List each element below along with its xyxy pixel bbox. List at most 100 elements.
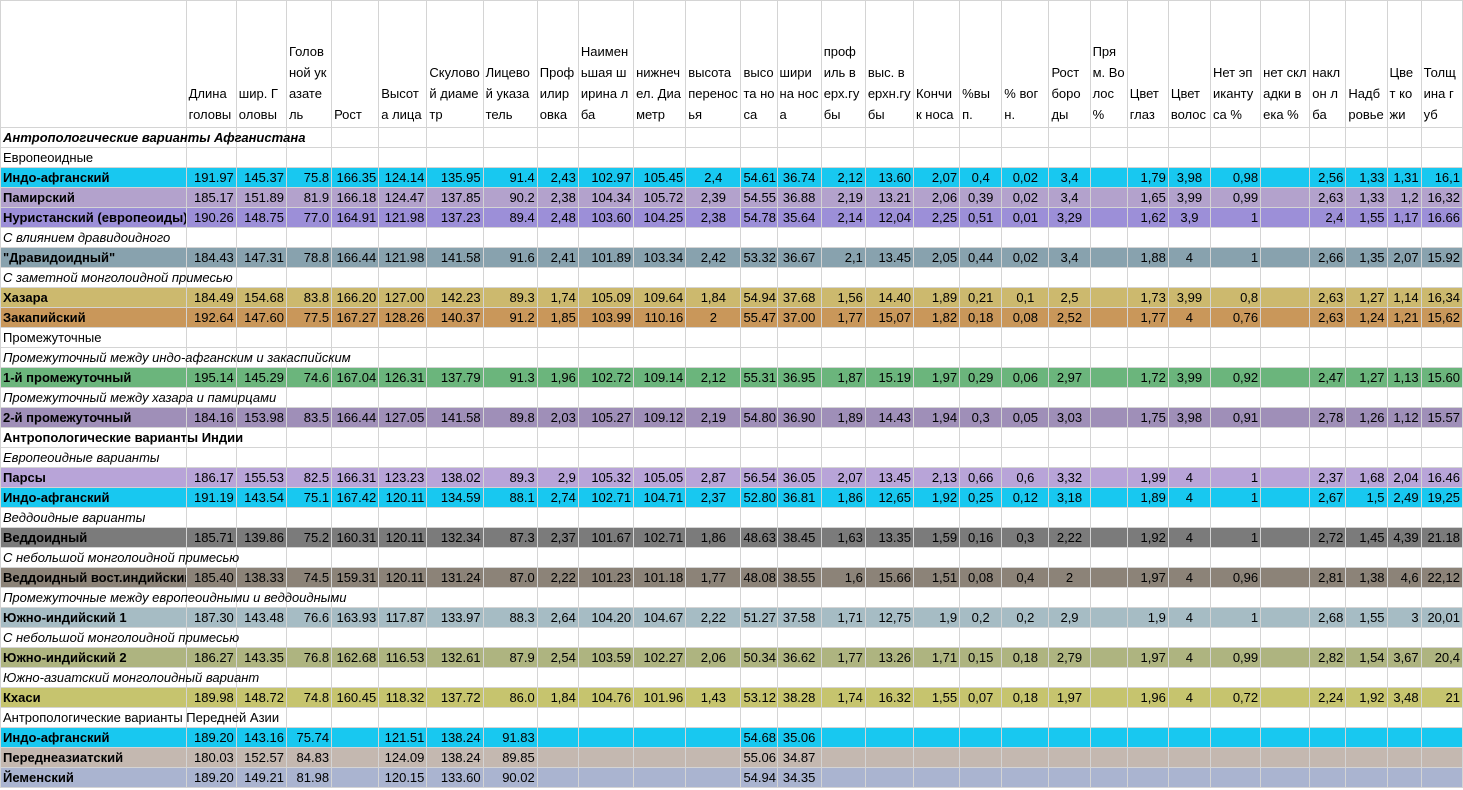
empty-cell[interactable] xyxy=(685,447,742,468)
data-cell[interactable]: 101.96 xyxy=(633,687,687,708)
data-cell[interactable] xyxy=(536,747,579,768)
empty-cell[interactable] xyxy=(426,707,484,728)
data-cell[interactable]: 184.43 xyxy=(185,247,237,268)
data-cell[interactable]: 2,5 xyxy=(1048,287,1091,308)
data-cell[interactable]: 1,9 xyxy=(912,607,961,628)
data-cell[interactable]: 0,92 xyxy=(1209,367,1262,388)
empty-cell[interactable] xyxy=(285,147,333,168)
empty-cell[interactable] xyxy=(1345,127,1388,148)
empty-cell[interactable] xyxy=(1126,587,1169,608)
data-cell[interactable] xyxy=(1260,207,1311,228)
data-cell[interactable]: 1,2 xyxy=(1386,187,1422,208)
empty-cell[interactable] xyxy=(378,627,428,648)
data-cell[interactable]: 102.72 xyxy=(577,367,635,388)
empty-cell[interactable] xyxy=(482,147,538,168)
empty-cell[interactable] xyxy=(285,427,333,448)
data-cell[interactable]: 3,98 xyxy=(1167,167,1211,188)
data-cell[interactable]: 189.98 xyxy=(185,687,237,708)
data-cell[interactable]: 82.5 xyxy=(285,467,333,488)
data-cell[interactable]: 87.3 xyxy=(482,527,538,548)
empty-cell[interactable] xyxy=(959,267,1003,288)
data-cell[interactable] xyxy=(1260,167,1311,188)
data-cell[interactable]: 54.94 xyxy=(740,287,778,308)
data-cell[interactable]: 1,54 xyxy=(1345,647,1388,668)
data-cell[interactable] xyxy=(1089,567,1128,588)
data-cell[interactable]: 83.8 xyxy=(285,287,333,308)
data-cell[interactable]: 89.85 xyxy=(482,747,538,768)
empty-cell[interactable] xyxy=(864,707,914,728)
data-cell[interactable]: 1,84 xyxy=(685,287,742,308)
data-cell[interactable]: 1,71 xyxy=(912,647,961,668)
empty-cell[interactable] xyxy=(1309,327,1347,348)
data-cell[interactable] xyxy=(959,767,1003,788)
data-cell[interactable]: 1 xyxy=(1209,487,1262,508)
data-cell[interactable]: 54.68 xyxy=(740,727,778,748)
data-cell[interactable]: 103.59 xyxy=(577,647,635,668)
empty-cell[interactable] xyxy=(776,347,822,368)
data-cell[interactable]: 3,18 xyxy=(1048,487,1091,508)
empty-cell[interactable] xyxy=(482,507,538,528)
empty-cell[interactable] xyxy=(426,587,484,608)
empty-cell[interactable] xyxy=(740,507,778,528)
empty-cell[interactable] xyxy=(426,147,484,168)
data-cell[interactable]: 143.48 xyxy=(235,607,287,628)
data-cell[interactable] xyxy=(1089,527,1128,548)
empty-cell[interactable] xyxy=(1126,507,1169,528)
empty-cell[interactable] xyxy=(912,707,961,728)
data-cell[interactable]: 2 xyxy=(1048,567,1091,588)
data-cell[interactable]: 1,77 xyxy=(1126,307,1169,328)
data-cell[interactable]: 1,27 xyxy=(1345,287,1388,308)
data-cell[interactable]: 1,75 xyxy=(1126,407,1169,428)
empty-cell[interactable] xyxy=(740,707,778,728)
row-label-cell[interactable]: Парсы xyxy=(0,467,187,488)
empty-cell[interactable] xyxy=(1345,387,1388,408)
empty-cell[interactable] xyxy=(235,627,287,648)
empty-cell[interactable] xyxy=(1167,147,1211,168)
column-header[interactable]: наклон лба xyxy=(1309,0,1347,128)
data-cell[interactable]: 160.45 xyxy=(331,687,380,708)
empty-cell[interactable] xyxy=(1420,347,1463,368)
empty-cell[interactable] xyxy=(1420,267,1463,288)
column-header[interactable]: Длина головы xyxy=(185,0,237,128)
data-cell[interactable]: 88.1 xyxy=(482,487,538,508)
data-cell[interactable]: 1,97 xyxy=(912,367,961,388)
data-cell[interactable]: 186.17 xyxy=(185,467,237,488)
empty-cell[interactable] xyxy=(577,427,635,448)
data-cell[interactable]: 128.26 xyxy=(378,307,428,328)
empty-cell[interactable] xyxy=(740,267,778,288)
data-cell[interactable]: 15.66 xyxy=(864,567,914,588)
data-cell[interactable]: 0,3 xyxy=(959,407,1003,428)
empty-cell[interactable] xyxy=(1001,427,1050,448)
data-cell[interactable]: 37.58 xyxy=(776,607,822,628)
data-cell[interactable]: 1,73 xyxy=(1126,287,1169,308)
data-cell[interactable]: 1,89 xyxy=(820,407,866,428)
data-cell[interactable]: 74.6 xyxy=(285,367,333,388)
data-cell[interactable]: 36.90 xyxy=(776,407,822,428)
empty-cell[interactable] xyxy=(577,347,635,368)
data-cell[interactable]: 4 xyxy=(1167,687,1211,708)
empty-cell[interactable] xyxy=(378,147,428,168)
empty-cell[interactable] xyxy=(426,667,484,688)
empty-cell[interactable] xyxy=(536,667,579,688)
group-label-cell[interactable]: Европеоидные xyxy=(0,147,187,168)
empty-cell[interactable] xyxy=(285,627,333,648)
empty-cell[interactable] xyxy=(1167,427,1211,448)
empty-cell[interactable] xyxy=(1126,447,1169,468)
empty-cell[interactable] xyxy=(1420,667,1463,688)
empty-cell[interactable] xyxy=(1126,347,1169,368)
data-cell[interactable]: 145.29 xyxy=(235,367,287,388)
data-cell[interactable] xyxy=(1260,367,1311,388)
data-cell[interactable] xyxy=(1420,727,1463,748)
data-cell[interactable]: 0,16 xyxy=(959,527,1003,548)
empty-cell[interactable] xyxy=(285,327,333,348)
data-cell[interactable]: 126.31 xyxy=(378,367,428,388)
empty-cell[interactable] xyxy=(864,427,914,448)
empty-cell[interactable] xyxy=(185,327,237,348)
empty-cell[interactable] xyxy=(1126,707,1169,728)
empty-cell[interactable] xyxy=(1001,227,1050,248)
empty-cell[interactable] xyxy=(1260,507,1311,528)
data-cell[interactable]: 36.67 xyxy=(776,247,822,268)
data-cell[interactable] xyxy=(912,767,961,788)
empty-cell[interactable] xyxy=(482,707,538,728)
empty-cell[interactable] xyxy=(820,427,866,448)
